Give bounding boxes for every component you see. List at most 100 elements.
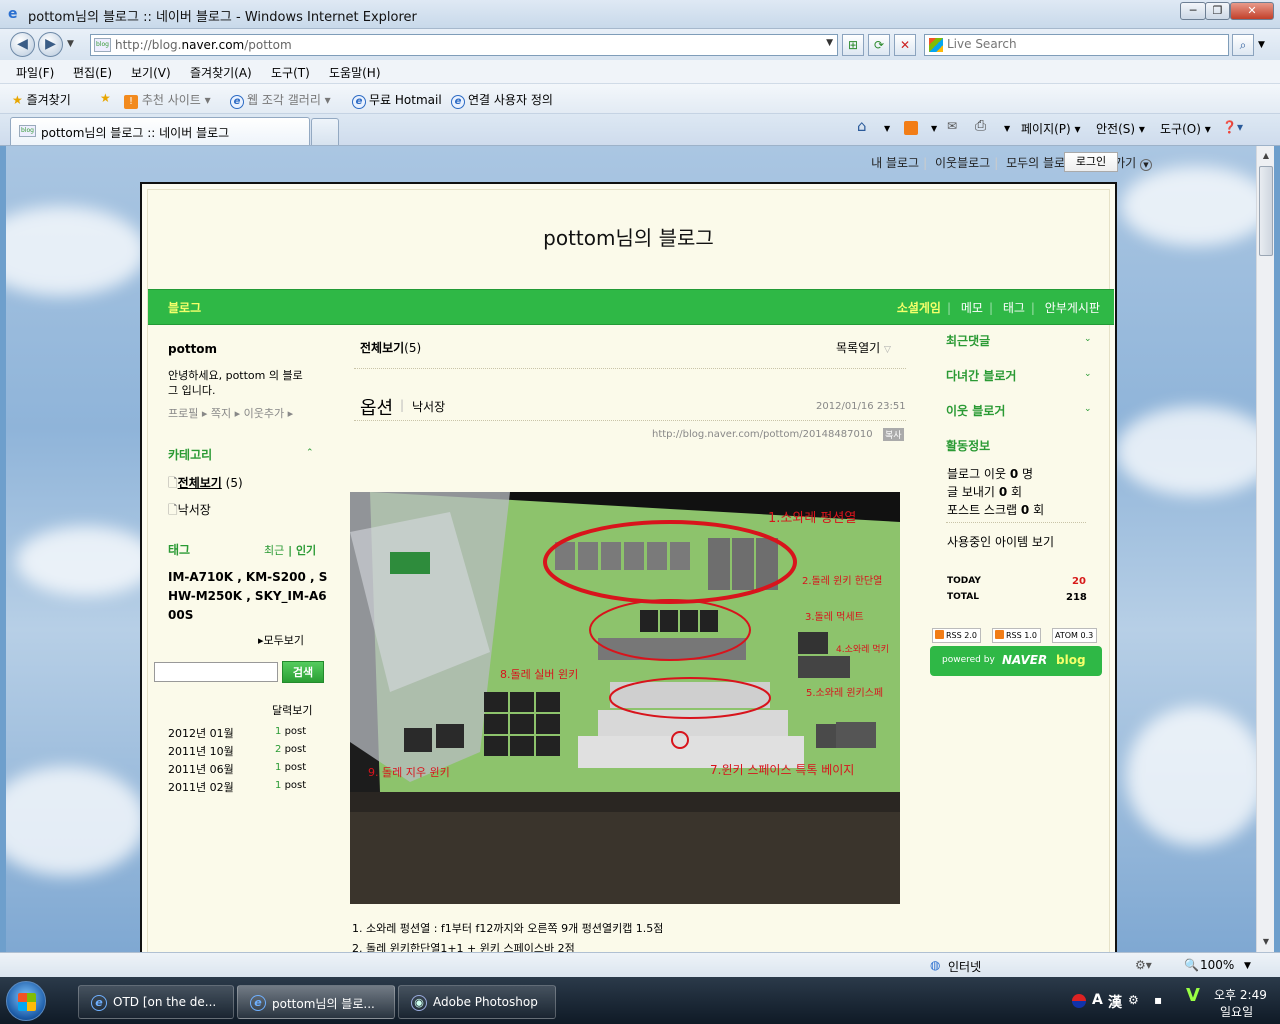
powered-by-naver-badge[interactable]: powered by NAVER blog bbox=[930, 646, 1102, 676]
protected-mode-icon[interactable]: ⚙▾ bbox=[1135, 958, 1152, 972]
collapse-chevron-icon[interactable]: ⌃ bbox=[306, 448, 314, 458]
blog-search-input[interactable] bbox=[154, 662, 278, 682]
back-button[interactable]: ◀ bbox=[10, 32, 35, 57]
search-options-icon[interactable]: ▼ bbox=[1258, 40, 1265, 50]
print-icon[interactable]: ⎙ bbox=[975, 118, 986, 134]
scroll-down-icon[interactable]: ▼ bbox=[1259, 935, 1273, 949]
hotmail-link[interactable]: e 무료 Hotmail bbox=[352, 91, 442, 109]
clock-time[interactable]: 오후 2:49 bbox=[1214, 986, 1267, 1003]
calendar-month[interactable]: 2012년 01월 bbox=[168, 725, 234, 741]
post-category[interactable]: 낙서장 bbox=[412, 398, 445, 415]
tools-menu[interactable]: 도구(O) ▾ bbox=[1160, 120, 1211, 137]
clock-day[interactable]: 일요일 bbox=[1220, 1003, 1253, 1020]
taskbar-item-photoshop[interactable]: ◉ Adobe Photoshop bbox=[398, 985, 556, 1019]
tag-list-line1[interactable]: IM-A710K , KM-S200 , S bbox=[168, 570, 327, 584]
calendar-month[interactable]: 2011년 06월 bbox=[168, 761, 234, 777]
zoom-level[interactable]: 100% bbox=[1200, 958, 1234, 972]
guestbook-link[interactable]: 안부게시판 bbox=[1045, 301, 1100, 315]
tag-popular[interactable]: 인기 bbox=[296, 544, 316, 557]
menu-file[interactable]: 파일(F) bbox=[16, 64, 54, 81]
tag-sort[interactable]: 최근 | 인기 bbox=[264, 542, 316, 558]
atom-badge[interactable]: ATOM 0.3 bbox=[1052, 628, 1098, 643]
my-blog-link[interactable]: 내 블로그 bbox=[871, 156, 919, 170]
zoom-dropdown-icon[interactable]: ▼ bbox=[1244, 961, 1251, 971]
blog-title[interactable]: pottom님의 블로그 bbox=[142, 222, 1115, 251]
memo-link[interactable]: 메모 bbox=[961, 301, 983, 315]
add-favorite-icon[interactable]: ★ bbox=[100, 91, 111, 105]
tab-blog[interactable]: blog pottom님의 블로그 :: 네이버 블로그 bbox=[10, 117, 310, 145]
forward-button[interactable]: ▶ bbox=[38, 32, 63, 57]
safety-menu[interactable]: 안전(S) ▾ bbox=[1096, 120, 1145, 137]
items-in-use-link[interactable]: 사용중인 아이템 보기 bbox=[947, 533, 1054, 550]
history-dropdown-icon[interactable]: ▼ bbox=[67, 39, 74, 49]
start-button[interactable] bbox=[6, 981, 46, 1021]
tray-menu-icon[interactable]: ▪ bbox=[1154, 993, 1162, 1007]
compatibility-view-button[interactable]: ⊞ bbox=[842, 34, 864, 56]
post-permalink[interactable]: http://blog.naver.com/pottom/20148487010 bbox=[652, 429, 873, 440]
ime-english-indicator[interactable]: A bbox=[1092, 992, 1103, 1008]
feeds-dropdown-icon[interactable]: ▼ bbox=[931, 124, 937, 133]
refresh-button[interactable]: ⟳ bbox=[868, 34, 890, 56]
home-icon[interactable]: ⌂ bbox=[857, 117, 867, 135]
visitor-bloggers-heading[interactable]: 다녀간 블로거 bbox=[946, 367, 1016, 384]
chevron-down-icon[interactable]: ▼ bbox=[1140, 159, 1152, 171]
ime-settings-icon[interactable]: ⚙ bbox=[1128, 993, 1139, 1007]
chevron-down-icon[interactable]: ⌄ bbox=[1084, 369, 1092, 379]
search-go-button[interactable]: ⌕ bbox=[1232, 34, 1254, 56]
page-menu[interactable]: 페이지(P) ▾ bbox=[1021, 120, 1081, 137]
menu-tools[interactable]: 도구(T) bbox=[271, 64, 310, 81]
neighbor-bloggers-heading[interactable]: 이웃 블로거 bbox=[946, 402, 1005, 419]
social-game-link[interactable]: 소셜게임 bbox=[897, 301, 941, 315]
ime-hanja-indicator[interactable]: 漢 bbox=[1108, 992, 1122, 1012]
web-slice-gallery-link[interactable]: e웹 조각 갤러리 ▾ bbox=[230, 91, 331, 109]
tag-link[interactable]: 태그 bbox=[1003, 301, 1025, 315]
search-input[interactable] bbox=[947, 37, 1217, 51]
print-dropdown-icon[interactable]: ▼ bbox=[1004, 124, 1010, 133]
help-menu[interactable]: ❓▾ bbox=[1222, 120, 1243, 134]
zoom-icon[interactable]: 🔍 bbox=[1184, 958, 1199, 972]
blog-home-link[interactable]: 블로그 bbox=[168, 299, 201, 316]
blog-search-button[interactable]: 검색 bbox=[282, 661, 324, 683]
menu-favorites[interactable]: 즐겨찾기(A) bbox=[190, 64, 252, 81]
tag-view-all-link[interactable]: ▸모두보기 bbox=[258, 632, 304, 648]
menu-edit[interactable]: 편집(E) bbox=[73, 64, 112, 81]
taskbar-item-otd[interactable]: e OTD [on the de... bbox=[78, 985, 234, 1019]
address-dropdown-icon[interactable]: ▼ bbox=[826, 38, 833, 48]
recent-comments-heading[interactable]: 최근댓글 bbox=[946, 332, 990, 349]
address-bar[interactable]: blog http://blog.naver.com/pottom ▼ bbox=[90, 34, 838, 56]
menu-view[interactable]: 보기(V) bbox=[131, 64, 171, 81]
scroll-up-icon[interactable]: ▲ bbox=[1259, 149, 1273, 163]
favorites-button[interactable]: ★ 즐겨찾기 bbox=[12, 91, 71, 108]
tag-recent[interactable]: 최근 bbox=[264, 544, 284, 557]
customize-links-link[interactable]: e 연결 사용자 정의 bbox=[451, 91, 553, 109]
scroll-thumb[interactable] bbox=[1259, 166, 1273, 256]
rss1-badge[interactable]: RSS 1.0 bbox=[992, 628, 1041, 643]
category-scribble[interactable]: 🗋낙서장 bbox=[168, 501, 211, 522]
menu-help[interactable]: 도움말(H) bbox=[329, 64, 381, 81]
taskbar-item-blog[interactable]: e pottom님의 블로... bbox=[237, 985, 395, 1019]
chevron-down-icon[interactable]: ⌄ bbox=[1084, 404, 1092, 414]
address-url[interactable]: http://blog.naver.com/pottom bbox=[115, 38, 292, 52]
rss2-badge[interactable]: RSS 2.0 bbox=[932, 628, 981, 643]
search-box[interactable] bbox=[924, 34, 1229, 56]
post-title[interactable]: 옵션 bbox=[360, 394, 393, 420]
calendar-heading[interactable]: 달력보기 bbox=[272, 702, 312, 718]
profile-links[interactable]: 프로필 ▸ 쪽지 ▸ 이웃추가 ▸ bbox=[168, 405, 293, 421]
copy-url-button[interactable]: 복사 bbox=[883, 428, 904, 441]
new-tab-button[interactable] bbox=[311, 118, 339, 145]
v3-antivirus-icon[interactable]: V bbox=[1186, 985, 1200, 1006]
calendar-month[interactable]: 2011년 02월 bbox=[168, 779, 234, 795]
neighbor-blog-link[interactable]: 이웃블로그 bbox=[935, 156, 990, 170]
minimize-button[interactable]: ─ bbox=[1180, 2, 1206, 20]
tag-list-line2[interactable]: HW-M250K , SKY_IM-A6 bbox=[168, 589, 327, 603]
post-list-toggle[interactable]: 목록열기 ▽ bbox=[836, 339, 891, 356]
home-dropdown-icon[interactable]: ▼ bbox=[884, 124, 890, 133]
feeds-icon[interactable] bbox=[904, 121, 918, 135]
login-button[interactable]: 로그인 bbox=[1064, 152, 1118, 172]
category-all[interactable]: 🗋전체보기 (5) bbox=[168, 474, 243, 495]
vertical-scrollbar[interactable]: ▲ ▼ bbox=[1256, 146, 1274, 952]
maximize-button[interactable]: ❐ bbox=[1205, 2, 1230, 20]
close-button[interactable]: ✕ bbox=[1230, 2, 1274, 20]
stop-button[interactable]: ✕ bbox=[894, 34, 916, 56]
chevron-down-icon[interactable]: ⌄ bbox=[1084, 334, 1092, 344]
